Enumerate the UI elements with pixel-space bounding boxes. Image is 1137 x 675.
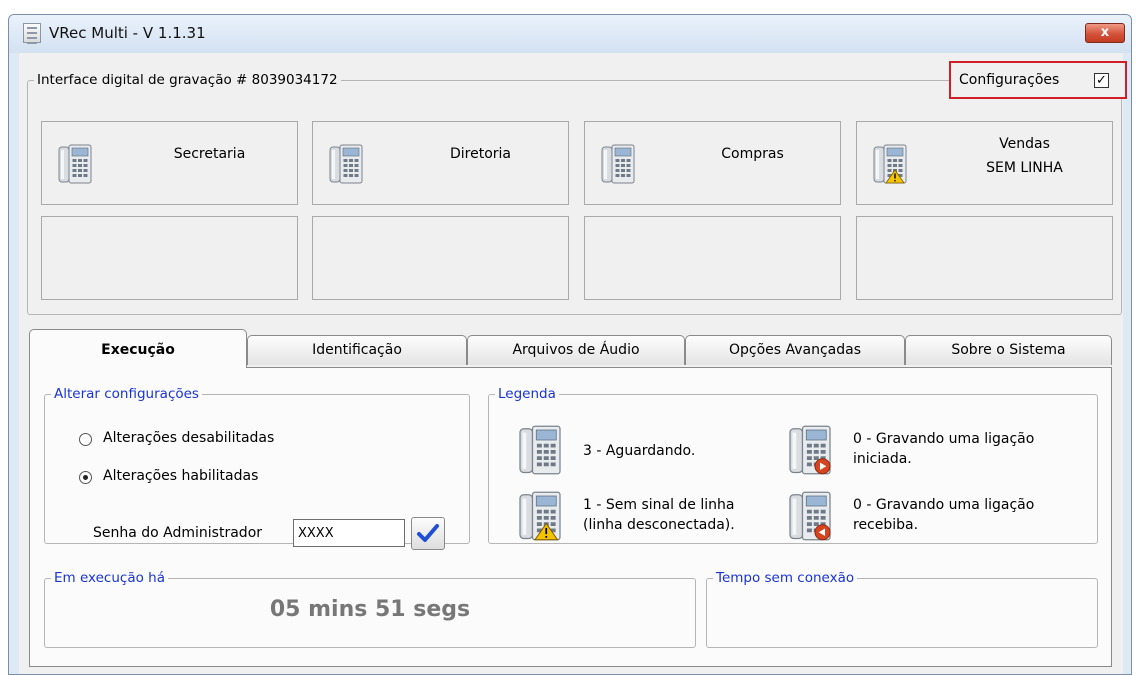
- tab-identificacao[interactable]: Identificação: [247, 335, 467, 365]
- execucao-title: Em execução há: [51, 569, 168, 587]
- alterar-config-group: Alterar configurações Alterações desabil…: [44, 385, 470, 550]
- client-area: Interface digital de gravação # 80390341…: [19, 53, 1127, 674]
- desk-phone-warning-icon: [517, 491, 563, 541]
- legend-line: (linha desconectada).: [583, 517, 735, 533]
- radio-label-desabilitadas: Alterações desabilitadas: [103, 430, 275, 446]
- execution-time-value: 05 mins 51 segs: [269, 597, 471, 622]
- legend-line: 0 - Gravando uma ligação: [853, 431, 1035, 447]
- legend-item-sem-sinal: 1 - Sem sinal de linha (linha desconecta…: [583, 495, 735, 535]
- tab-sobre-sistema[interactable]: Sobre o Sistema: [905, 335, 1112, 365]
- config-label: Configurações: [959, 72, 1060, 88]
- legend-line: 3 - Aguardando.: [583, 443, 696, 459]
- radio-alteracoes-habilitadas[interactable]: [79, 471, 92, 484]
- legend-line: recebiba.: [853, 517, 919, 533]
- window-title: VRec Multi - V 1.1.31: [49, 24, 206, 42]
- radio-alteracoes-desabilitadas[interactable]: [79, 433, 92, 446]
- extension-tile-empty[interactable]: [41, 216, 298, 300]
- desk-phone-icon: [329, 144, 363, 184]
- legend-line: 0 - Gravando uma ligação: [853, 497, 1035, 513]
- extension-tile-diretoria[interactable]: Diretoria: [312, 121, 569, 205]
- legenda-title: Legenda: [495, 385, 559, 403]
- confirm-password-button[interactable]: [411, 517, 445, 550]
- extension-tile-empty[interactable]: [856, 216, 1113, 300]
- config-toggle-box: Configurações ✓: [949, 61, 1127, 99]
- desk-phone-icon: [517, 425, 563, 475]
- extension-name: Compras: [721, 146, 784, 162]
- legend-item-gravando-iniciada: 0 - Gravando uma ligação iniciada.: [853, 429, 1034, 469]
- checkmark-icon: [417, 524, 439, 542]
- extension-tile-empty[interactable]: [312, 216, 569, 300]
- tab-arquivos-audio[interactable]: Arquivos de Áudio: [467, 335, 685, 365]
- sem-conexao-group: Tempo sem conexão: [706, 569, 1098, 648]
- app-window: VRec Multi - V 1.1.31 x Interface digita…: [8, 14, 1132, 675]
- desk-phone-icon: [601, 144, 635, 184]
- password-label: Senha do Administrador: [93, 525, 263, 541]
- title-bar[interactable]: VRec Multi - V 1.1.31 x: [9, 15, 1131, 53]
- legend-line: iniciada.: [853, 451, 912, 467]
- tab-panel-execucao: Alterar configurações Alterações desabil…: [29, 367, 1112, 667]
- extension-name: Diretoria: [449, 146, 511, 162]
- desk-phone-incoming-icon: [787, 491, 833, 541]
- tab-strip: Execução Identificação Arquivos de Áudio…: [29, 329, 1112, 368]
- desk-phone-icon: [58, 144, 92, 184]
- extension-tile-empty[interactable]: [584, 216, 841, 300]
- alterar-config-title: Alterar configurações: [51, 385, 202, 403]
- admin-password-input[interactable]: XXXX: [293, 519, 405, 547]
- legenda-group: Legenda 3 - Aguardando. 0 - Gravando uma…: [488, 385, 1098, 544]
- config-checkbox[interactable]: ✓: [1094, 73, 1109, 88]
- extension-tile-vendas[interactable]: Vendas SEM LINHA: [856, 121, 1113, 205]
- tab-execucao[interactable]: Execução: [29, 329, 247, 368]
- interface-group-title: Interface digital de gravação # 80390341…: [34, 71, 341, 89]
- sem-conexao-title: Tempo sem conexão: [713, 569, 858, 587]
- radio-label-habilitadas: Alterações habilitadas: [103, 468, 259, 484]
- extension-tile-compras[interactable]: Compras: [584, 121, 841, 205]
- extension-status: SEM LINHA: [986, 160, 1063, 176]
- close-button[interactable]: x: [1085, 23, 1125, 43]
- legend-item-gravando-recebida: 0 - Gravando uma ligação recebiba.: [853, 495, 1034, 535]
- execucao-group: Em execução há 05 mins 51 segs: [44, 569, 696, 648]
- extension-name: Secretaria: [173, 146, 246, 162]
- legend-item-aguardando: 3 - Aguardando.: [583, 441, 695, 461]
- extension-tile-secretaria[interactable]: Secretaria: [41, 121, 298, 205]
- desk-phone-warning-icon: [873, 144, 907, 184]
- desk-phone-outgoing-icon: [787, 425, 833, 475]
- extension-name: Vendas: [999, 136, 1050, 152]
- tab-opcoes-avancadas[interactable]: Opções Avançadas: [685, 335, 905, 365]
- legend-line: 1 - Sem sinal de linha: [583, 497, 735, 513]
- app-icon: [23, 23, 41, 44]
